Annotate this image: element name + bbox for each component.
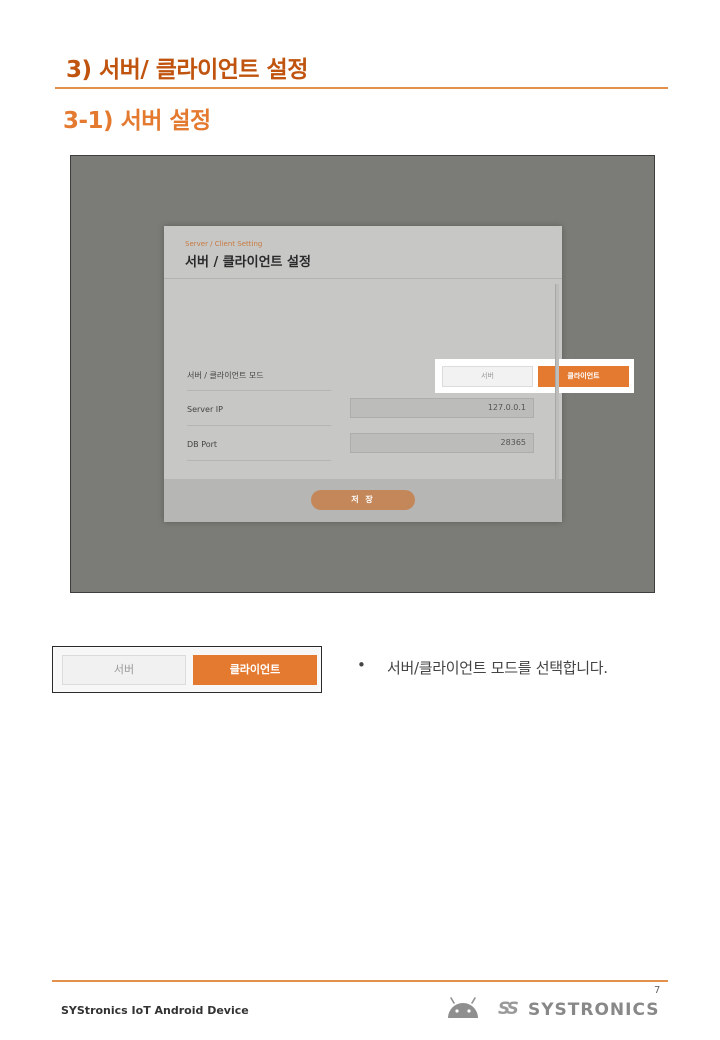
bullet-symbol: • bbox=[357, 656, 366, 674]
server-mode-button[interactable]: 서버 bbox=[442, 366, 533, 387]
page-number: 7 bbox=[654, 985, 661, 996]
client-mode-button[interactable]: 클라이언트 bbox=[538, 366, 629, 387]
server-mode-button-zoom[interactable]: 서버 bbox=[62, 655, 186, 685]
section-divider bbox=[55, 87, 668, 89]
app-screenshot: Server / Client Setting 서버 / 클라이언트 설정 서버… bbox=[70, 155, 655, 593]
settings-dialog: Server / Client Setting 서버 / 클라이언트 설정 서버… bbox=[164, 226, 634, 522]
db-port-label: DB Port bbox=[187, 440, 218, 449]
server-ip-row: Server IP 127.0.0.1 bbox=[187, 396, 537, 426]
dialog-footer: 저 장 bbox=[164, 479, 562, 522]
server-ip-input[interactable]: 127.0.0.1 bbox=[350, 398, 534, 418]
row-divider bbox=[187, 460, 331, 461]
mode-label: 서버 / 클라이언트 모드 bbox=[187, 371, 264, 380]
footer-device-name: SYStronics IoT Android Device bbox=[61, 1004, 249, 1017]
save-button[interactable]: 저 장 bbox=[311, 490, 415, 510]
dialog-header: Server / Client Setting 서버 / 클라이언트 설정 bbox=[164, 226, 562, 279]
mode-toggle-zoom: 서버 클라이언트 bbox=[52, 646, 322, 693]
db-port-row: DB Port 28365 bbox=[187, 431, 537, 461]
mode-toggle-zoom-inner: 서버 클라이언트 bbox=[55, 648, 319, 691]
brand-mark: SS bbox=[498, 999, 519, 1019]
server-ip-label: Server IP bbox=[187, 405, 223, 414]
bullet-text: 서버/클라이언트 모드를 선택합니다. bbox=[387, 659, 608, 677]
footer-divider bbox=[52, 980, 668, 982]
section-title: 3) 서버/ 클라이언트 설정 bbox=[66, 57, 308, 83]
brand-name: SYSTRONICS bbox=[528, 1000, 660, 1020]
dialog-title: 서버 / 클라이언트 설정 bbox=[185, 255, 311, 270]
row-divider bbox=[187, 390, 331, 391]
row-divider bbox=[187, 425, 331, 426]
android-icon bbox=[448, 997, 478, 1018]
db-port-input[interactable]: 28365 bbox=[350, 433, 534, 453]
dialog-scrollbar[interactable] bbox=[555, 284, 559, 479]
dialog-eyebrow: Server / Client Setting bbox=[185, 240, 263, 248]
client-mode-button-zoom[interactable]: 클라이언트 bbox=[193, 655, 317, 685]
subsection-title: 3-1) 서버 설정 bbox=[63, 108, 211, 134]
